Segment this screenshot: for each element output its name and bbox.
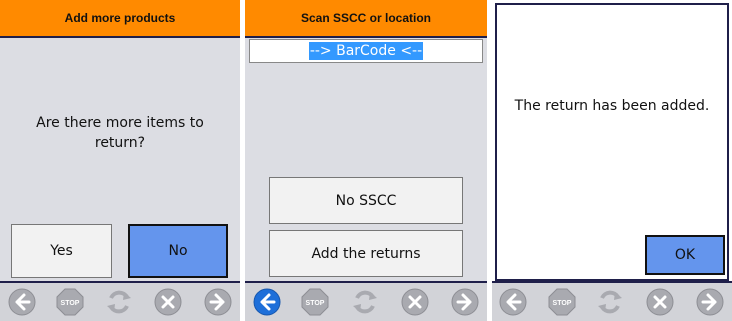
refresh-icon[interactable] (596, 288, 624, 316)
add-more-products-screen: Add more products Are there more items t… (0, 0, 240, 321)
confirmation-text: The return has been added. (514, 98, 710, 114)
no-sscc-button[interactable]: No SSCC (269, 177, 463, 224)
barcode-value: --> BarCode <-- (308, 42, 424, 60)
back-arrow-icon[interactable] (8, 288, 36, 316)
barcode-input[interactable]: --> BarCode <-- (249, 39, 483, 63)
cancel-icon[interactable] (154, 288, 182, 316)
screen-title: Scan SSCC or location (245, 0, 487, 38)
bottom-toolbar: STOP (492, 281, 732, 321)
refresh-icon[interactable] (351, 288, 379, 316)
no-button[interactable]: No (128, 224, 228, 278)
forward-arrow-icon[interactable] (204, 288, 232, 316)
scan-sscc-screen: Scan SSCC or location --> BarCode <-- No… (245, 0, 487, 321)
stop-icon-label: STOP (553, 300, 572, 307)
yes-button[interactable]: Yes (11, 224, 112, 278)
bottom-toolbar: STOP (0, 281, 240, 321)
return-added-screen: The return has been added. OK STOP (492, 0, 732, 321)
forward-arrow-icon[interactable] (451, 288, 479, 316)
refresh-icon[interactable] (105, 288, 133, 316)
back-arrow-icon[interactable] (253, 288, 281, 316)
add-returns-button[interactable]: Add the returns (269, 230, 463, 277)
stop-icon-label: STOP (61, 300, 80, 307)
bottom-toolbar: STOP (245, 281, 487, 321)
forward-arrow-icon[interactable] (696, 288, 724, 316)
cancel-icon[interactable] (646, 288, 674, 316)
stop-icon-label: STOP (306, 300, 325, 307)
stop-icon[interactable]: STOP (301, 288, 329, 316)
back-arrow-icon[interactable] (499, 288, 527, 316)
stop-icon[interactable]: STOP (56, 288, 84, 316)
cancel-icon[interactable] (401, 288, 429, 316)
confirmation-dialog: The return has been added. OK (495, 3, 729, 281)
stop-icon[interactable]: STOP (548, 288, 576, 316)
ok-button[interactable]: OK (645, 235, 725, 275)
screen-title: Add more products (0, 0, 240, 38)
question-text: Are there more items to return? (36, 115, 204, 151)
